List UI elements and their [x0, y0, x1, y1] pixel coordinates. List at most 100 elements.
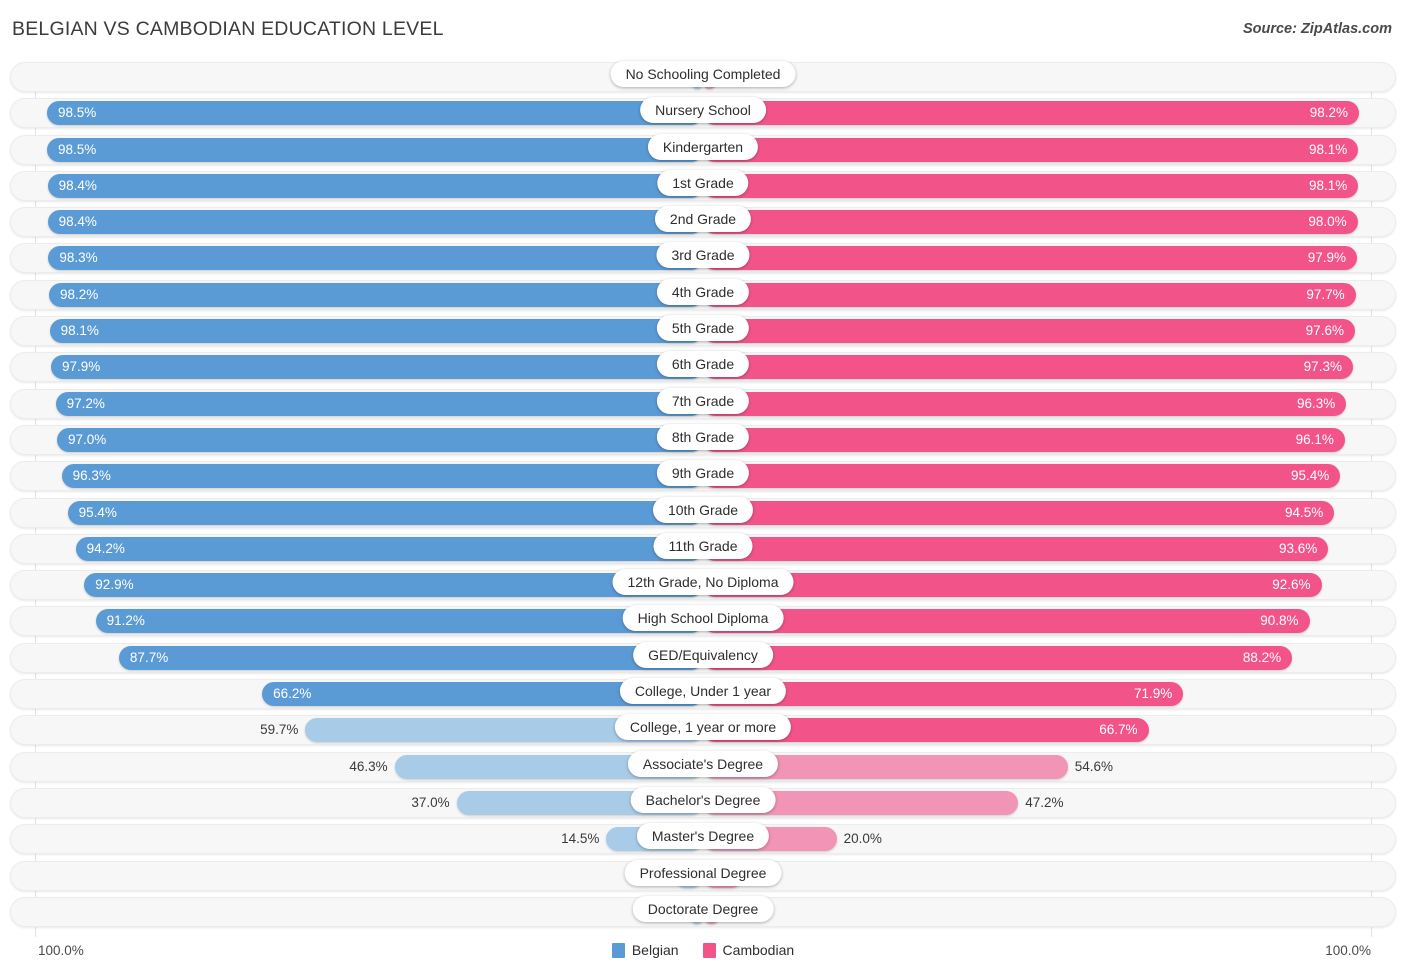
category-label[interactable]: 8th Grade — [656, 423, 750, 450]
category-label[interactable]: 3rd Grade — [656, 242, 750, 269]
bar-value-right: 20.0% — [843, 831, 882, 847]
bar-row: 66.2% 71.9% College, Under 1 year — [0, 678, 1406, 710]
bar-value-left: 97.0% — [67, 431, 107, 447]
bar-fill-right: 94.5% — [703, 500, 1335, 525]
bar-value-left: 92.9% — [95, 577, 134, 593]
bar-value-left: 98.4% — [58, 214, 97, 230]
bar-right-cambodian: 93.6% — [703, 536, 1329, 561]
bar-right-cambodian: 95.4% — [703, 464, 1341, 489]
bar-right-cambodian: 97.9% — [703, 246, 1357, 271]
legend: Belgian Cambodian — [0, 942, 1406, 958]
category-label[interactable]: 11th Grade — [653, 532, 753, 559]
category-label[interactable]: Master's Degree — [636, 823, 770, 850]
bar-row: 59.7% 66.7% College, 1 year or more — [0, 714, 1406, 746]
category-label[interactable]: Professional Degree — [624, 859, 782, 886]
category-label[interactable]: Kindergarten — [647, 133, 759, 160]
bar-row: 37.0% 47.2% Bachelor's Degree — [0, 786, 1406, 818]
bar-value-left: 95.4% — [78, 504, 117, 520]
category-label[interactable]: Bachelor's Degree — [630, 786, 776, 813]
category-label[interactable]: 12th Grade, No Diploma — [612, 569, 794, 596]
bar-value-left: 97.9% — [62, 359, 101, 375]
legend-label: Belgian — [631, 942, 679, 958]
category-label[interactable]: 1st Grade — [657, 169, 749, 196]
bar-value-right: 54.6% — [1074, 758, 1113, 774]
bar-right-cambodian: 97.6% — [703, 319, 1355, 344]
bar-left-belgian: 98.3% — [48, 246, 703, 271]
bar-value-right: 98.2% — [1309, 105, 1348, 121]
bar-value-right: 98.1% — [1309, 177, 1348, 193]
legend-label: Cambodian — [722, 942, 795, 958]
bar-left-belgian: 98.2% — [49, 282, 703, 307]
legend-swatch-icon — [702, 942, 716, 958]
bar-right-cambodian: 88.2% — [703, 645, 1293, 670]
bar-fill-left: 97.0% — [56, 427, 703, 452]
source-label: Source: ZipAtlas.com — [1242, 21, 1392, 37]
category-label[interactable]: 6th Grade — [656, 351, 750, 378]
bar-right-cambodian: 98.1% — [703, 137, 1359, 162]
bar-right-cambodian: 98.1% — [703, 173, 1359, 198]
bar-row: 98.3% 97.9% 3rd Grade — [0, 242, 1406, 274]
category-label[interactable]: College, Under 1 year — [619, 678, 787, 705]
bar-value-left: 98.5% — [58, 141, 97, 157]
bar-right-cambodian: 98.0% — [703, 210, 1358, 235]
category-label[interactable]: No Schooling Completed — [610, 61, 796, 87]
bar-row: 46.3% 54.6% Associate's Degree — [0, 750, 1406, 782]
bar-value-right: 47.2% — [1025, 794, 1064, 810]
bar-value-left: 59.7% — [260, 722, 299, 738]
bar-value-right: 95.4% — [1290, 468, 1330, 484]
category-label[interactable]: Associate's Degree — [627, 750, 779, 777]
bar-row: 91.2% 90.8% High School Diploma — [0, 605, 1406, 637]
bar-right-cambodian: 90.8% — [703, 609, 1310, 634]
bar-fill-left: 98.5% — [47, 137, 703, 162]
category-label[interactable]: 10th Grade — [652, 496, 754, 523]
category-label[interactable]: GED/Equivalency — [633, 641, 773, 668]
bar-value-right: 88.2% — [1242, 649, 1282, 665]
bar-fill-right: 98.0% — [703, 210, 1358, 235]
bar-row: 1.8%2.6%Doctorate Degree — [0, 895, 1406, 927]
bar-value-right: 94.5% — [1284, 504, 1324, 520]
bar-fill-right: 97.7% — [703, 282, 1356, 307]
bar-value-left: 96.3% — [72, 468, 111, 484]
legend-item[interactable]: Belgian — [611, 942, 679, 958]
bar-value-right: 97.6% — [1305, 323, 1344, 339]
bar-fill-right: 95.4% — [703, 464, 1341, 489]
bar-value-left: 46.3% — [349, 758, 388, 774]
category-label[interactable]: College, 1 year or more — [614, 714, 792, 741]
legend-item[interactable]: Cambodian — [702, 942, 795, 958]
bar-fill-right: 88.2% — [703, 645, 1293, 670]
bar-value-left: 98.1% — [60, 323, 99, 339]
bar-row: 97.9% 97.3% 6th Grade — [0, 351, 1406, 383]
category-label[interactable]: 5th Grade — [656, 315, 750, 342]
category-label[interactable]: Nursery School — [640, 97, 766, 124]
bar-fill-right: 98.2% — [703, 101, 1359, 126]
bar-value-right: 96.3% — [1297, 395, 1336, 411]
category-label[interactable]: Doctorate Degree — [632, 895, 774, 922]
bar-fill-right: 96.1% — [703, 427, 1345, 452]
bar-fill-left: 98.3% — [48, 246, 703, 271]
category-label[interactable]: 2nd Grade — [654, 206, 752, 233]
category-label[interactable]: 7th Grade — [656, 387, 750, 414]
bar-right-cambodian: 98.2% — [703, 101, 1359, 126]
bar-left-belgian: 98.5% — [47, 137, 703, 162]
chart-header: BELGIAN VS CAMBODIAN EDUCATION LEVEL Sou… — [0, 0, 1406, 62]
bar-row: 98.5% 98.1% Kindergarten — [0, 133, 1406, 165]
bar-left-belgian: 92.9% — [84, 573, 703, 598]
bar-value-left: 98.3% — [59, 250, 98, 266]
bar-value-left: 94.2% — [86, 540, 125, 556]
category-label[interactable]: High School Diploma — [622, 605, 784, 632]
bar-left-belgian: 87.7% — [118, 645, 703, 670]
bar-right-cambodian: 97.3% — [703, 355, 1353, 380]
bar-row: 92.9% 92.6% 12th Grade, No Diploma — [0, 569, 1406, 601]
bar-row: 14.5% 20.0% Master's Degree — [0, 823, 1406, 855]
bar-fill-left: 98.2% — [49, 282, 703, 307]
bar-left-belgian: 94.2% — [75, 536, 703, 561]
bar-value-right: 97.9% — [1307, 250, 1346, 266]
category-label[interactable]: 4th Grade — [656, 278, 750, 305]
bar-fill-right: 97.6% — [703, 319, 1355, 344]
bar-value-left: 66.2% — [273, 686, 312, 702]
bar-row: 95.4% 94.5% 10th Grade — [0, 496, 1406, 528]
bar-row: 98.1% 97.6% 5th Grade — [0, 315, 1406, 347]
bar-fill-left: 92.9% — [84, 573, 703, 598]
category-label[interactable]: 9th Grade — [656, 460, 750, 487]
bar-value-right: 98.1% — [1309, 141, 1348, 157]
